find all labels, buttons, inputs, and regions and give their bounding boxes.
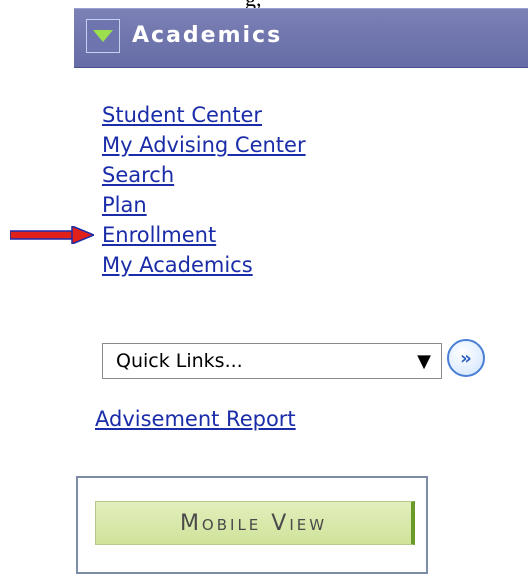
my-advising-center-link[interactable]: My Advising Center bbox=[102, 133, 306, 157]
link-item: My Academics bbox=[102, 250, 306, 280]
my-academics-link[interactable]: My Academics bbox=[102, 253, 253, 277]
double-chevron-right-icon: » bbox=[460, 347, 472, 369]
quick-links-selected-value: Quick Links... bbox=[116, 350, 243, 372]
academics-header: Academics bbox=[74, 8, 528, 68]
quick-links-go-button[interactable]: » bbox=[447, 339, 485, 377]
link-item: Search bbox=[102, 160, 306, 190]
link-item: Plan bbox=[102, 190, 306, 220]
enrollment-link[interactable]: Enrollment bbox=[102, 223, 216, 247]
plan-link[interactable]: Plan bbox=[102, 193, 147, 217]
header-title: Academics bbox=[132, 23, 283, 48]
link-item: Enrollment bbox=[102, 220, 306, 250]
dropdown-triangle-icon: ▼ bbox=[417, 350, 431, 372]
mobile-view-button[interactable]: Mobile View bbox=[95, 501, 415, 545]
quick-links-select[interactable]: Quick Links... ▼ bbox=[102, 343, 442, 379]
triangle-down-icon bbox=[93, 30, 113, 42]
mobile-view-container: Mobile View bbox=[76, 476, 428, 574]
academics-link-list: Student Center My Advising Center Search… bbox=[102, 100, 306, 280]
link-item: My Advising Center bbox=[102, 130, 306, 160]
link-item: Student Center bbox=[102, 100, 306, 130]
advisement-report-link[interactable]: Advisement Report bbox=[95, 407, 296, 431]
student-center-link[interactable]: Student Center bbox=[102, 103, 262, 127]
search-link[interactable]: Search bbox=[102, 163, 174, 187]
red-arrow-right-icon bbox=[10, 226, 94, 244]
collapse-toggle-button[interactable] bbox=[86, 19, 120, 53]
